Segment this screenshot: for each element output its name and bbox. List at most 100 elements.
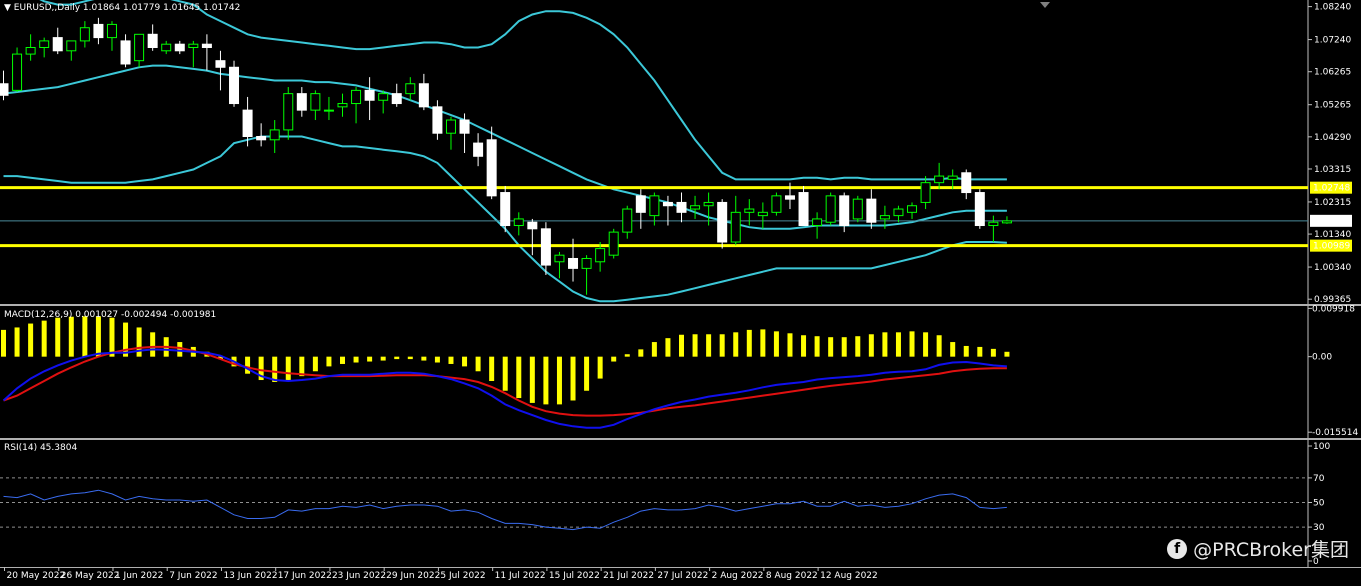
macd-bar <box>719 334 725 357</box>
candle-body <box>907 205 918 213</box>
candle <box>12 47 23 92</box>
candle-body <box>812 218 823 227</box>
candle <box>161 40 172 55</box>
macd-bar <box>150 332 156 357</box>
candle-body <box>527 221 538 230</box>
macd-bar <box>651 342 657 357</box>
candle <box>771 192 782 216</box>
macd-bar <box>326 356 332 367</box>
macd-bar <box>55 317 61 357</box>
candle <box>269 120 280 153</box>
macd-bar <box>895 332 901 357</box>
time-tick-label: 5 Jul 2022 <box>440 571 485 581</box>
macd-bar <box>787 333 793 357</box>
candle <box>988 215 999 242</box>
price-tick-label: 1.02315 <box>1314 198 1351 208</box>
candle <box>893 205 904 223</box>
candle-body <box>12 53 23 91</box>
macd-bar <box>868 334 874 357</box>
candle-body <box>662 201 673 207</box>
candle <box>147 24 158 51</box>
candle-body <box>93 23 104 39</box>
candle <box>961 169 972 200</box>
candle <box>744 199 755 226</box>
time-tick-label: 29 Jun 2022 <box>386 571 440 581</box>
candle-body <box>784 195 795 200</box>
candle <box>445 116 456 150</box>
macd-tick-label: 0.00 <box>1312 353 1332 363</box>
price-line-label: 1.02748 <box>1313 184 1350 194</box>
macd-bar <box>733 332 739 357</box>
candle-body <box>730 211 741 243</box>
macd-bar <box>434 356 440 363</box>
chart-canvas: 1.08240 1.07240 1.06265 1.05265 1.04290 1.033… <box>0 0 1361 581</box>
candle <box>229 60 240 107</box>
rsi-label: RSI(14) 45.3804 <box>4 443 78 453</box>
macd-bar <box>136 327 142 357</box>
time-tick-label: 20 May 2022 <box>7 571 66 581</box>
candle-body <box>256 136 267 141</box>
candle <box>432 100 443 140</box>
candle-body <box>717 201 728 243</box>
candle <box>540 222 551 275</box>
macd-bar <box>448 356 454 364</box>
candle-body <box>825 195 836 223</box>
pane-frames <box>0 0 1361 568</box>
macd-bar <box>489 356 495 382</box>
candle-body <box>25 46 36 55</box>
candle-body <box>798 192 809 227</box>
candle <box>513 212 524 236</box>
macd-bar <box>855 336 861 357</box>
macd-bar <box>638 349 644 357</box>
candle-body <box>445 119 456 134</box>
macd-bar <box>828 337 834 357</box>
candle-body <box>866 198 877 223</box>
candle <box>215 50 226 91</box>
macd-bar <box>68 316 74 357</box>
macd-bar <box>950 342 956 357</box>
price-tick-label: 1.06265 <box>1314 68 1351 78</box>
collapse-triangle-icon[interactable]: ▼ <box>4 3 11 13</box>
candle-body <box>649 195 660 217</box>
candle <box>310 90 321 121</box>
macd-bar <box>312 356 318 372</box>
time-tick-label: 15 Jul 2022 <box>549 571 600 581</box>
watermark-text: @PRCBroker集团 <box>1193 539 1349 561</box>
candle-body <box>473 142 484 157</box>
macd-tick-label: 0.009918 <box>1312 304 1355 314</box>
candle-body <box>351 89 362 105</box>
candle-body <box>242 109 253 138</box>
candle <box>907 202 918 219</box>
candle <box>473 133 484 167</box>
candle-body <box>568 257 579 269</box>
candle <box>717 199 728 249</box>
candle <box>527 218 538 256</box>
candle-body <box>188 43 199 48</box>
time-tick-label: 8 Aug 2022 <box>766 571 818 581</box>
macd-bar <box>936 335 942 357</box>
candle-body <box>690 205 701 210</box>
macd-bar <box>109 317 115 357</box>
candle-body <box>961 172 972 194</box>
candle-body <box>703 201 714 207</box>
candle-body <box>432 106 443 134</box>
candle <box>554 251 565 279</box>
time-tick-label: 12 Aug 2022 <box>820 571 878 581</box>
price-tick-label: 1.07240 <box>1314 36 1351 46</box>
macd-bar <box>394 356 400 360</box>
rsi-tick-label: 50 <box>1313 499 1325 509</box>
candle-body <box>513 218 524 227</box>
macd-bar <box>367 356 373 362</box>
candle <box>866 189 877 229</box>
scroll-marker-icon <box>1040 2 1050 8</box>
candle-body <box>459 119 470 134</box>
candle-body <box>757 211 768 217</box>
price-line-label: 1.00989 <box>1313 242 1350 252</box>
macd-bar <box>624 354 630 357</box>
macd-bar <box>963 345 969 357</box>
macd-bar <box>272 356 278 382</box>
macd-bar <box>773 331 779 357</box>
macd-bar <box>340 356 345 364</box>
candle <box>25 34 36 61</box>
macd-bar <box>245 356 251 374</box>
